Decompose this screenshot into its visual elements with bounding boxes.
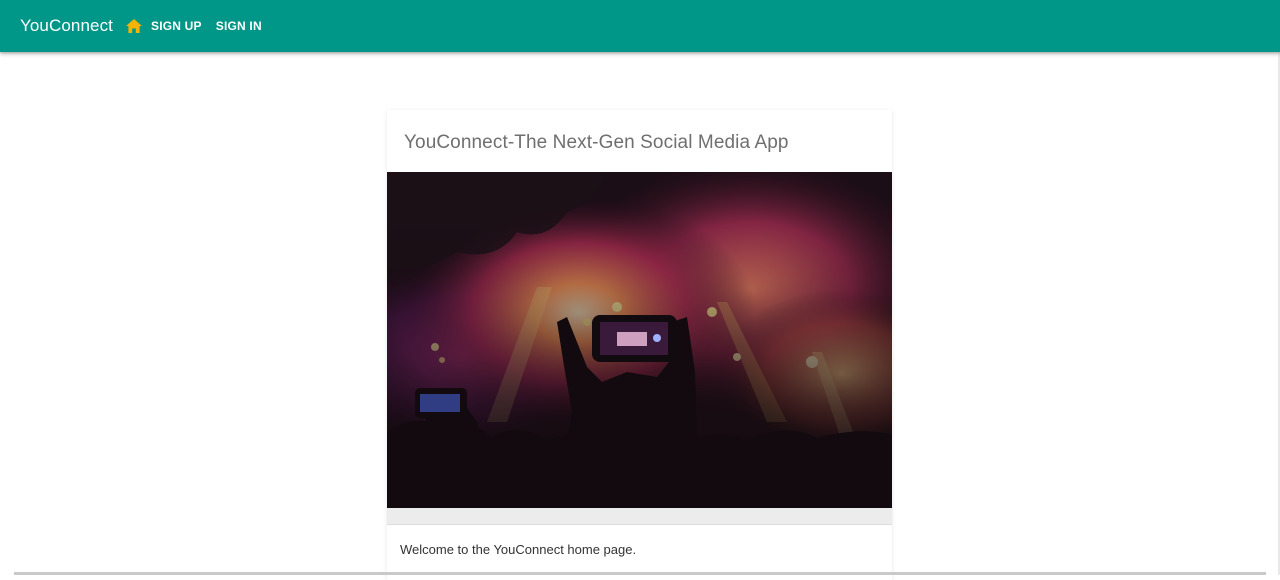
home-icon[interactable] [124, 16, 144, 36]
card-media-image [387, 172, 892, 508]
card-divider [387, 508, 892, 525]
card-title: YouConnect-The Next-Gen Social Media App [404, 132, 789, 154]
card-body-text: Welcome to the YouConnect home page. [400, 542, 636, 557]
nav-signup-link[interactable]: SIGN UP [151, 19, 202, 33]
welcome-card: YouConnect-The Next-Gen Social Media App [387, 110, 892, 580]
nav-signin-link[interactable]: SIGN IN [216, 19, 262, 33]
app-brand[interactable]: YouConnect [20, 16, 113, 36]
app-bar: YouConnect SIGN UP SIGN IN [0, 0, 1280, 52]
